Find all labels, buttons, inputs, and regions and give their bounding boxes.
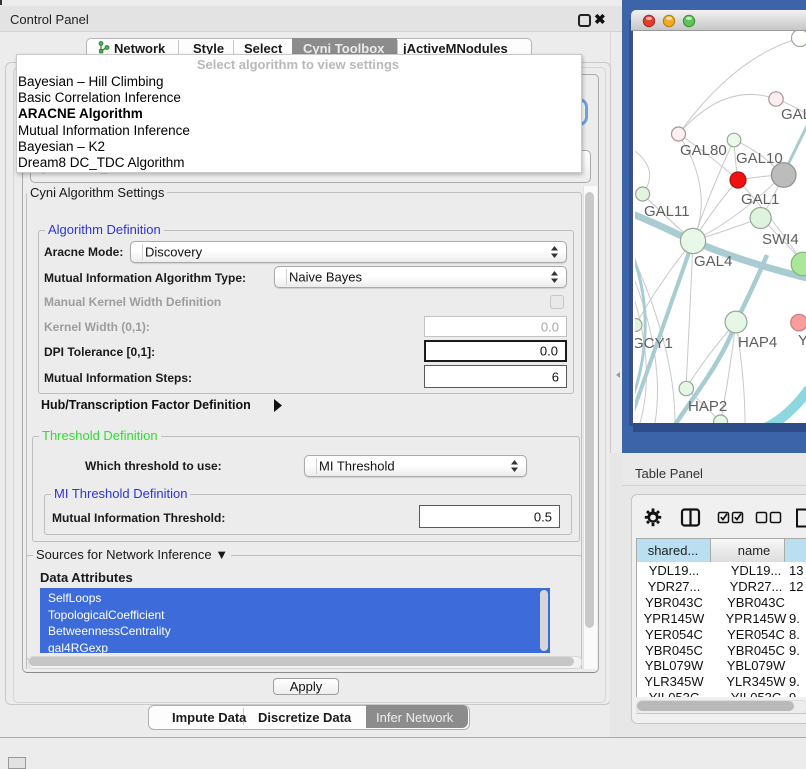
svg-text:GCY1: GCY1: [635, 335, 673, 352]
svg-text:GAL10: GAL10: [736, 150, 783, 167]
svg-text:HAP2: HAP2: [688, 398, 727, 415]
svg-text:GAL7: GAL7: [781, 106, 806, 123]
svg-text:SWI4: SWI4: [762, 231, 799, 248]
svg-text:GAL1: GAL1: [741, 191, 779, 208]
svg-text:GAL11: GAL11: [644, 203, 690, 220]
svg-text:GAL4: GAL4: [694, 253, 732, 270]
svg-text:GAL80: GAL80: [680, 142, 727, 159]
svg-text:HAP4: HAP4: [738, 334, 777, 351]
svg-text:Y: Y: [798, 332, 806, 349]
